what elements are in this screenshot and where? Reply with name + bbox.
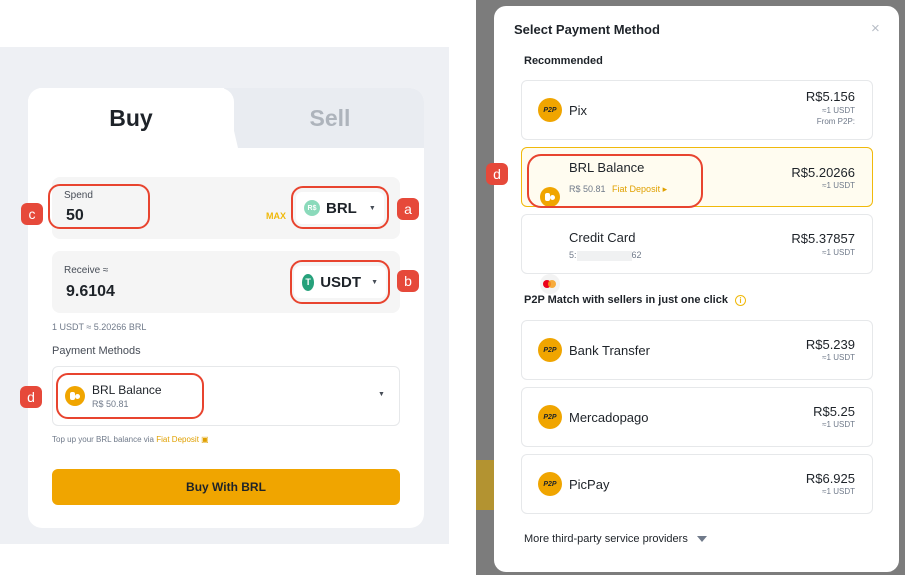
option-price: R$5.20266 <box>791 165 855 180</box>
marker-d: d <box>20 386 42 408</box>
option-per-unit: ≈1 USDT <box>822 487 855 496</box>
marker-a: a <box>397 198 419 220</box>
p2p-icon: P2P <box>538 472 562 496</box>
option-price: R$5.156 <box>805 89 855 104</box>
card-number-prefix: 5: <box>569 250 577 260</box>
highlight-ring-spend <box>48 184 150 229</box>
p2p-icon: P2P <box>538 405 562 429</box>
option-per-unit: ≈1 USDT <box>822 353 855 362</box>
more-providers-toggle[interactable]: More third-party service providers <box>524 533 707 545</box>
p2p-section-text: P2P Match with sellers in just one click <box>524 294 728 306</box>
p2p-section-label: P2P Match with sellers in just one click… <box>524 294 747 306</box>
highlight-ring-brl-option <box>527 154 703 208</box>
p2p-icon: P2P <box>538 338 562 362</box>
option-price: R$6.925 <box>805 471 855 486</box>
exchange-rate: 1 USDT ≈ 5.20266 BRL <box>52 322 147 332</box>
marker-c: c <box>21 203 43 225</box>
buy-with-brl-button[interactable]: Buy With BRL <box>52 469 400 505</box>
p2p-icon: P2P <box>538 98 562 122</box>
background-peek <box>476 460 494 510</box>
option-name: PicPay <box>569 477 610 492</box>
highlight-ring-spend-currency <box>291 186 389 229</box>
option-name: Pix <box>569 103 588 118</box>
more-providers-label: More third-party service providers <box>524 533 688 545</box>
highlight-ring-receive-currency <box>290 260 390 304</box>
tab-sell[interactable]: Sell <box>224 88 424 148</box>
card-number-suffix: 62 <box>631 250 642 260</box>
option-per-unit: ≈1 USDT <box>822 106 855 115</box>
marker-d: d <box>486 163 508 185</box>
option-per-unit: ≈1 USDT <box>822 248 855 257</box>
tab-buy[interactable]: Buy <box>28 88 234 148</box>
option-source-note: From P2P: <box>816 117 855 126</box>
modal-title: Select Payment Method <box>514 22 660 37</box>
card-number-redacted <box>576 250 632 261</box>
recommended-label: Recommended <box>524 55 603 67</box>
close-icon[interactable]: × <box>871 20 880 37</box>
topup-text: Top up your BRL balance via <box>52 435 154 444</box>
receive-amount-input[interactable]: 9.6104 <box>66 283 115 301</box>
option-price: R$5.239 <box>805 337 855 352</box>
option-per-unit: ≈1 USDT <box>822 420 855 429</box>
marker-b: b <box>397 270 419 292</box>
topup-hint: Top up your BRL balance via Fiat Deposit… <box>52 435 209 444</box>
deposit-icon: ▣ <box>201 435 209 444</box>
fiat-deposit-link[interactable]: Fiat Deposit <box>156 435 199 444</box>
option-name: Bank Transfer <box>569 343 650 358</box>
card-number-masked: 5: 62 <box>569 250 642 261</box>
max-button[interactable]: MAX <box>266 211 286 221</box>
receive-label: Receive ≈ <box>64 265 109 276</box>
payment-methods-label: Payment Methods <box>52 345 141 357</box>
option-name: Credit Card <box>569 230 636 245</box>
option-price: R$5.25 <box>813 404 855 419</box>
option-name: Mercadopago <box>569 410 649 425</box>
option-price: R$5.37857 <box>791 231 855 246</box>
highlight-ring-payment-method <box>56 373 204 419</box>
info-icon[interactable]: i <box>735 294 747 306</box>
option-per-unit: ≈1 USDT <box>822 181 855 190</box>
mastercard-icon <box>540 274 560 294</box>
triangle-down-icon <box>696 536 707 543</box>
chevron-down-icon: ▼ <box>378 391 385 398</box>
